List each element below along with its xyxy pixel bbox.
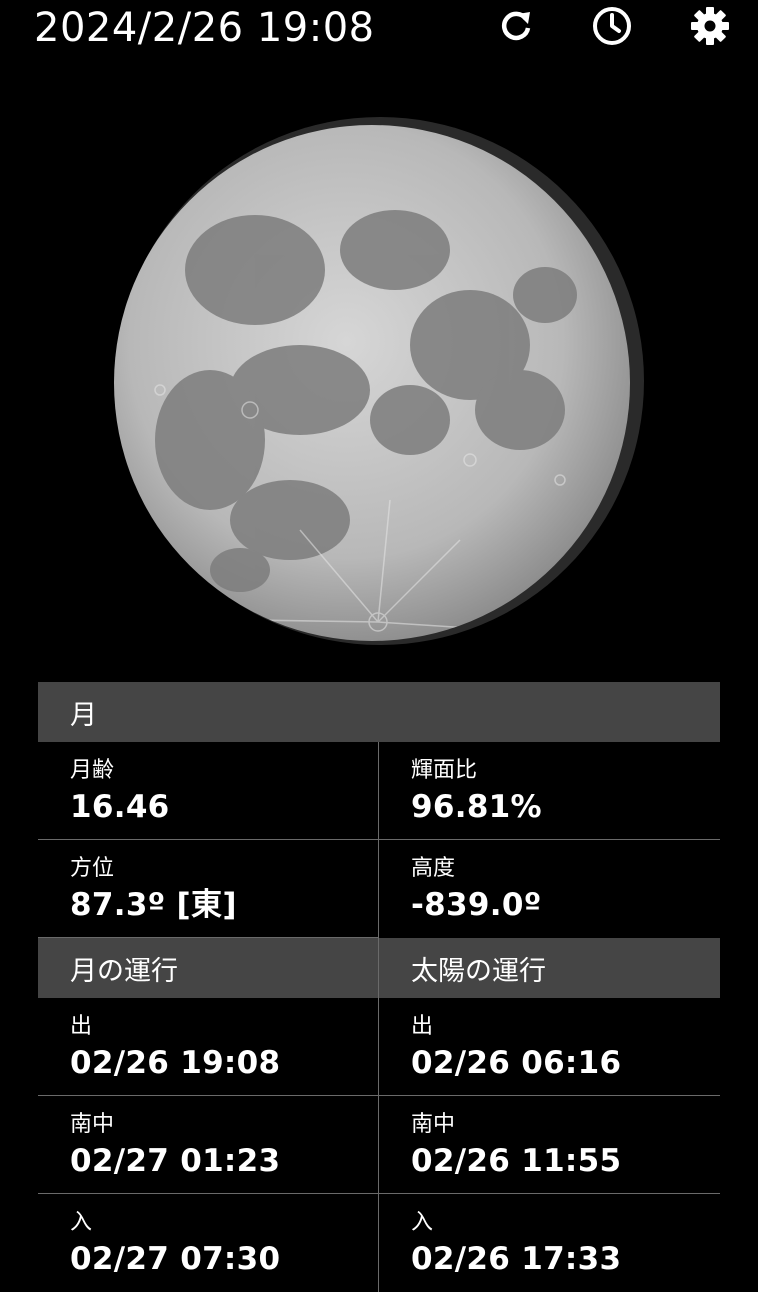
moon-image xyxy=(114,117,644,645)
sun-culmination-label: 南中 xyxy=(411,1112,456,1137)
moon-culmination-value: 02/27 01:23 xyxy=(70,1143,281,1179)
sun-set-cell: 入 02/26 17:33 xyxy=(379,1194,720,1292)
info-panel: 月 月齢 16.46 輝面比 96.81% 方位 87.3º [東] 高度 -8… xyxy=(38,682,720,1292)
sun-set-value: 02/26 17:33 xyxy=(411,1241,622,1277)
datetime-display[interactable]: 2024/2/26 19:08 xyxy=(34,4,375,52)
altitude-label: 高度 xyxy=(411,856,456,881)
sun-rise-label: 出 xyxy=(411,1014,434,1039)
transit-grid: 出 02/26 19:08 出 02/26 06:16 南中 02/27 01:… xyxy=(38,998,720,1292)
moon-set-value: 02/27 07:30 xyxy=(70,1241,281,1277)
moon-info-grid: 月齢 16.46 輝面比 96.81% 方位 87.3º [東] 高度 -839… xyxy=(38,742,720,938)
moon-age-cell: 月齢 16.46 xyxy=(38,742,379,840)
illumination-value: 96.81% xyxy=(411,789,542,825)
moon-transit-header: 月の運行 xyxy=(38,938,379,998)
sun-culmination-cell: 南中 02/26 11:55 xyxy=(379,1096,720,1194)
moon-rise-value: 02/26 19:08 xyxy=(70,1045,281,1081)
sun-transit-header: 太陽の運行 xyxy=(411,955,546,987)
sun-rise-cell: 出 02/26 06:16 xyxy=(379,998,720,1096)
moon-culmination-cell: 南中 02/27 01:23 xyxy=(38,1096,379,1194)
azimuth-label: 方位 xyxy=(70,856,115,881)
refresh-button[interactable] xyxy=(494,4,538,48)
moon-culmination-label: 南中 xyxy=(70,1112,115,1137)
illumination-label: 輝面比 xyxy=(411,758,478,783)
transit-section-header: 月の運行 太陽の運行 xyxy=(38,938,720,998)
moon-set-label: 入 xyxy=(70,1210,93,1235)
sun-culmination-value: 02/26 11:55 xyxy=(411,1143,622,1179)
illumination-cell: 輝面比 96.81% xyxy=(379,742,720,840)
top-bar: 2024/2/26 19:08 xyxy=(0,0,758,60)
moon-rise-cell: 出 02/26 19:08 xyxy=(38,998,379,1096)
refresh-icon xyxy=(501,11,531,41)
moon-age-label: 月齢 xyxy=(70,758,115,783)
history-button[interactable] xyxy=(590,4,634,48)
moon-image-area xyxy=(0,60,758,680)
azimuth-cell: 方位 87.3º [東] xyxy=(38,840,379,938)
moon-set-cell: 入 02/27 07:30 xyxy=(38,1194,379,1292)
azimuth-value: 87.3º [東] xyxy=(70,887,237,923)
moon-age-value: 16.46 xyxy=(70,789,170,825)
sun-rise-value: 02/26 06:16 xyxy=(411,1045,622,1081)
altitude-value: -839.0º xyxy=(411,887,542,923)
moon-rise-label: 出 xyxy=(70,1014,93,1039)
clock-icon xyxy=(593,7,631,45)
altitude-cell: 高度 -839.0º xyxy=(379,840,720,938)
gear-icon xyxy=(691,7,729,45)
settings-button[interactable] xyxy=(688,4,732,48)
sun-set-label: 入 xyxy=(411,1210,434,1235)
moon-section-header: 月 xyxy=(38,682,720,742)
